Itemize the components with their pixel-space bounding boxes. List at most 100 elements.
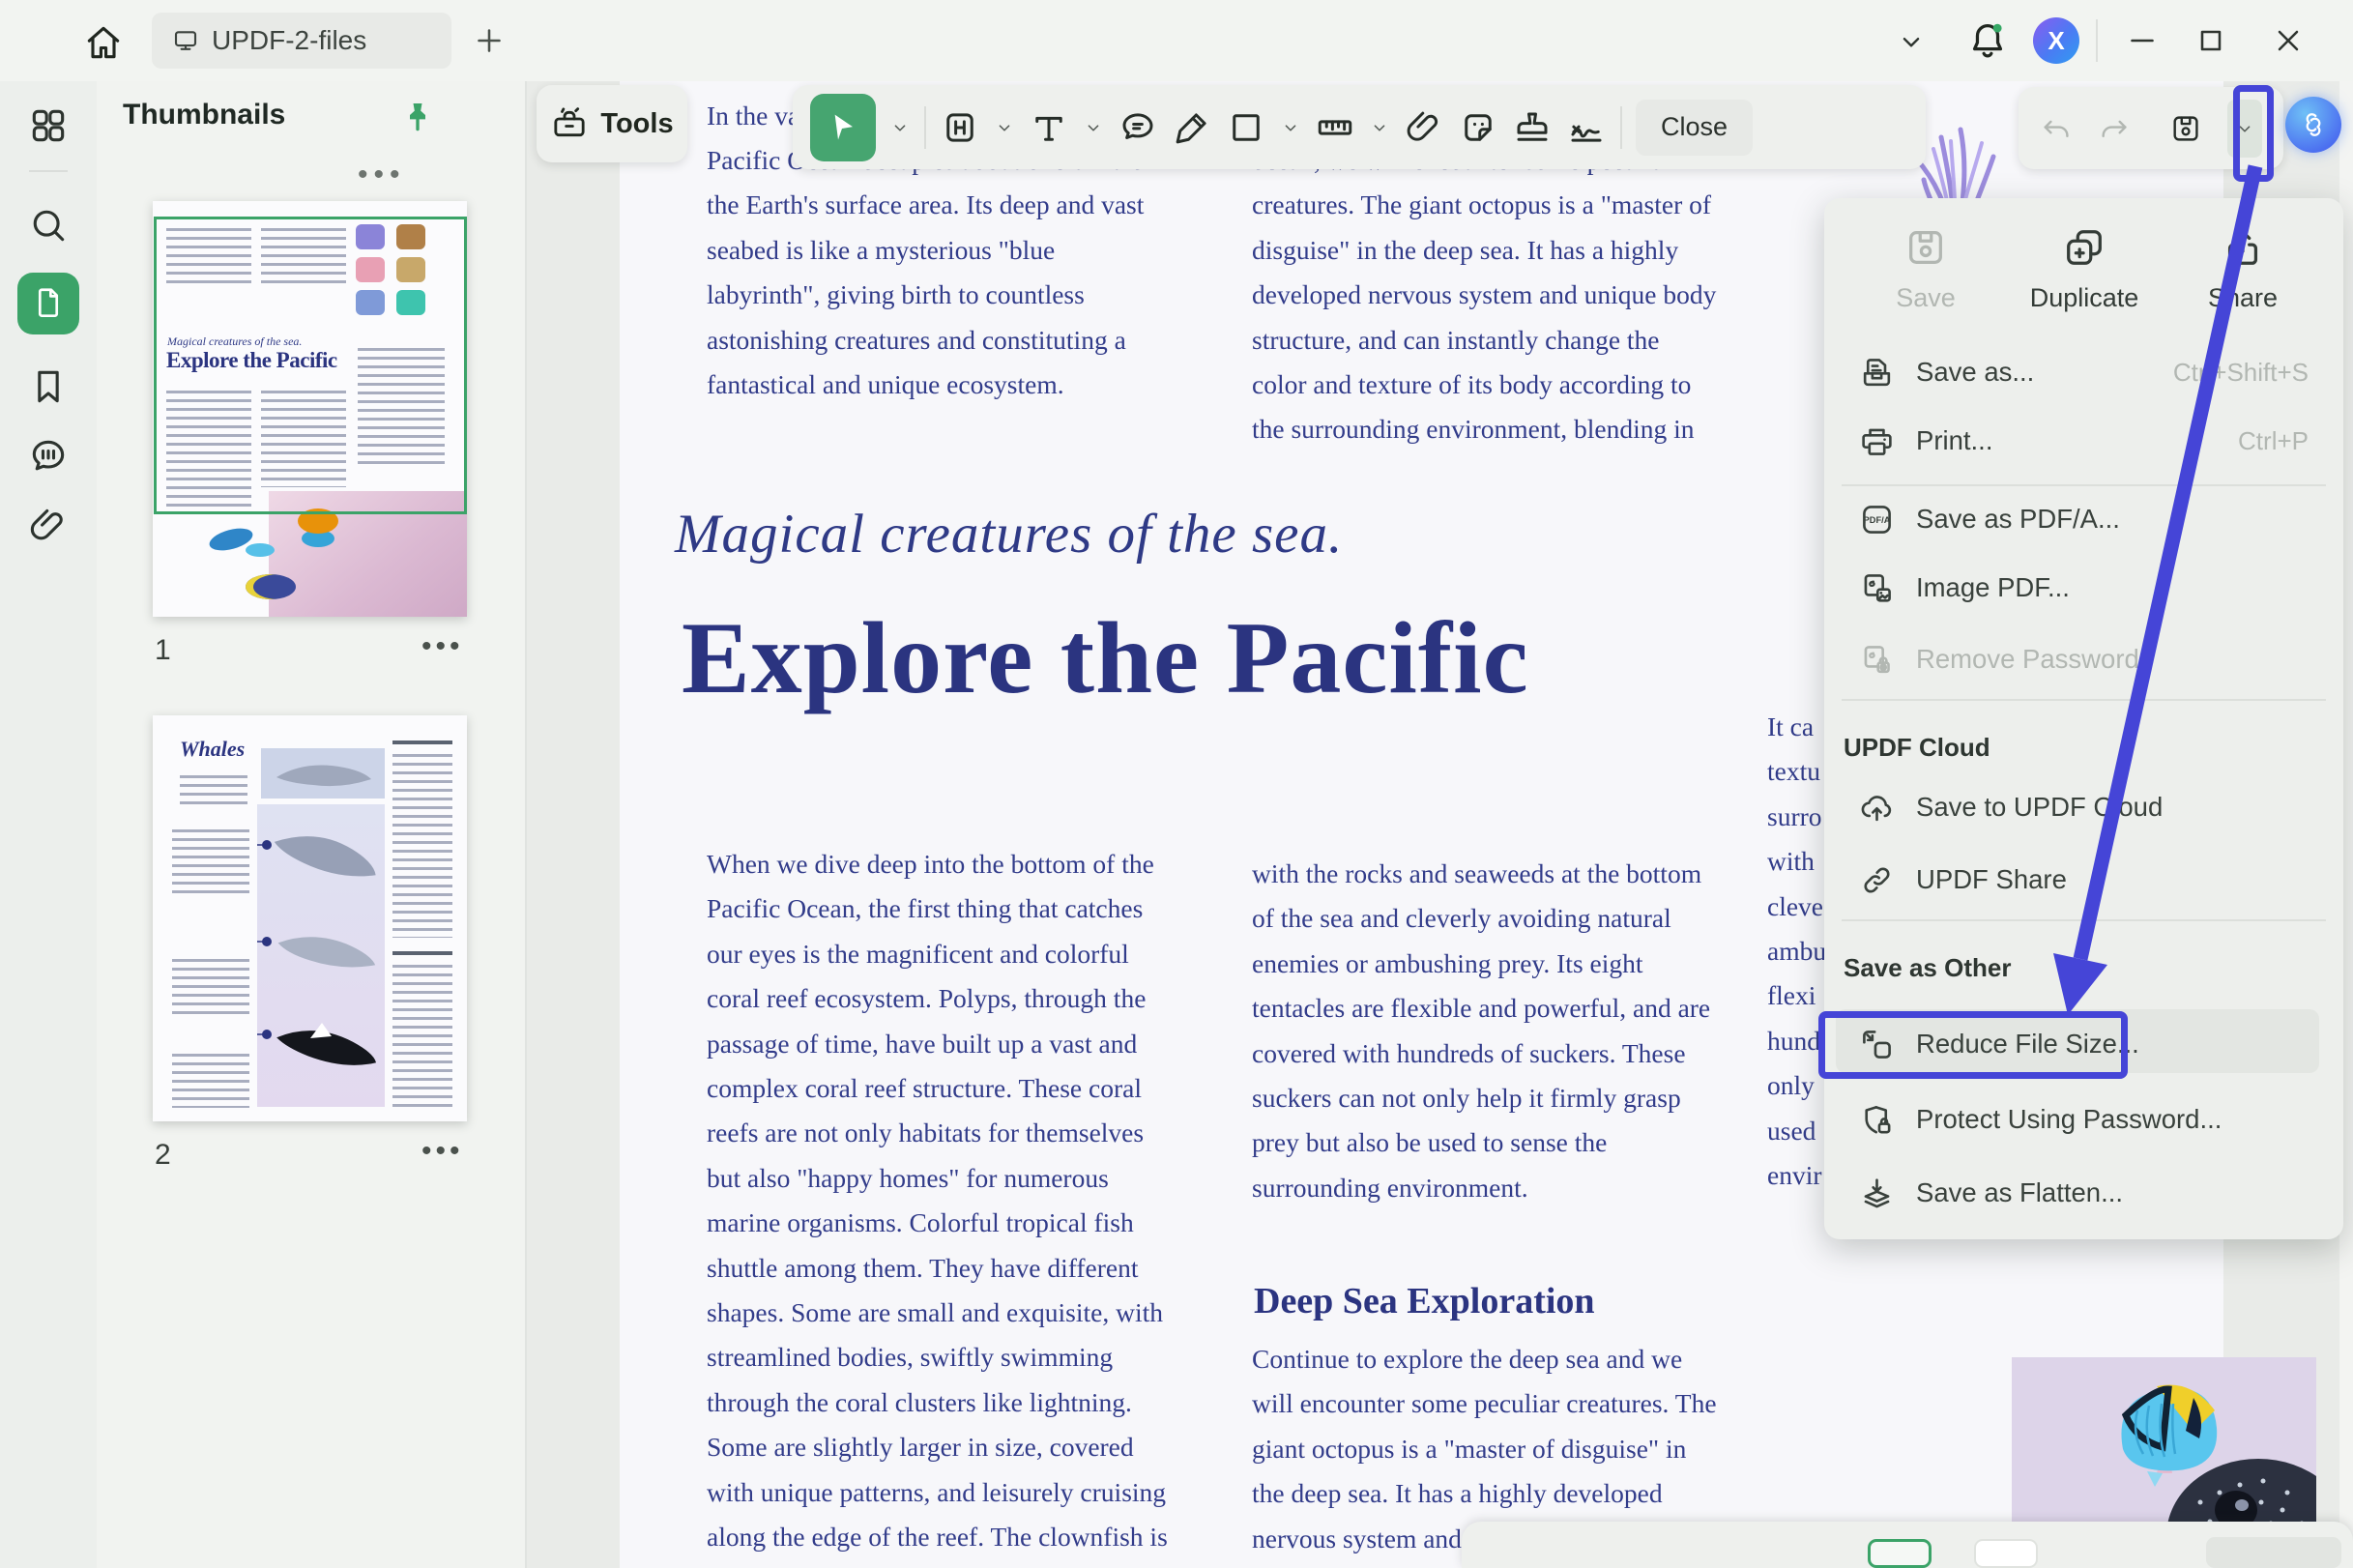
remove-password-icon xyxy=(1859,642,1895,678)
page-2-menu[interactable]: ••• xyxy=(421,1135,464,1168)
menu-item-label: Save to UPDF Cloud xyxy=(1916,792,2163,823)
menu-item-label: Save as... xyxy=(1916,357,2034,388)
menu-item-save-as-pdfa[interactable]: PDF/A Save as PDF/A... xyxy=(1842,489,2326,549)
doc-paragraph: ocean, we will encounter some peculiarcr… xyxy=(1252,138,1716,452)
rail-divider xyxy=(29,170,68,172)
printer-icon xyxy=(1859,423,1895,459)
doc-title: Explore the Pacific xyxy=(682,599,1529,717)
attach-tool-icon[interactable] xyxy=(1404,107,1444,148)
menu-item-updf-share[interactable]: UPDF Share xyxy=(1842,850,2326,910)
menu-item-label: Image PDF... xyxy=(1916,572,2070,603)
page-thumbnail-1[interactable]: Magical creatures of the sea. Explore th… xyxy=(153,201,467,617)
visible-area-frame xyxy=(154,217,467,514)
document-tab[interactable]: UPDF-2-files xyxy=(152,13,451,69)
other-section-header: Save as Other xyxy=(1844,953,2011,983)
maximize-icon[interactable] xyxy=(2193,23,2228,58)
menu-share-action[interactable]: Share xyxy=(2170,225,2315,313)
menu-item-save-to-cloud[interactable]: Save to UPDF Cloud xyxy=(1842,777,2326,837)
bottom-bar-white-button[interactable] xyxy=(1974,1539,2038,1568)
comments-icon[interactable] xyxy=(27,435,70,478)
tools-button[interactable]: Tools xyxy=(537,85,687,162)
bookmark-icon[interactable] xyxy=(27,365,70,408)
signature-tool-icon[interactable] xyxy=(1566,107,1607,148)
sticker-tool-icon[interactable] xyxy=(1458,107,1498,148)
toolbox-icon xyxy=(550,104,589,143)
shape-chevron-icon[interactable] xyxy=(1280,117,1301,138)
toolbar-divider xyxy=(1620,106,1622,149)
menu-item-label: Save as PDF/A... xyxy=(1916,504,2120,535)
page-icon xyxy=(30,285,67,322)
menu-item-protect-password[interactable]: Protect Using Password... xyxy=(1842,1089,2326,1149)
monitor-icon xyxy=(171,26,200,55)
svg-text:PDF/A: PDF/A xyxy=(1864,515,1891,525)
panel-drag-handle[interactable]: ••• xyxy=(358,159,406,191)
doc-paragraph: When we dive deep into the bottom of the… xyxy=(707,842,1168,1568)
menu-share-label: Share xyxy=(2208,283,2278,313)
text-tool-icon[interactable] xyxy=(1029,107,1069,148)
notifications-bell-icon[interactable] xyxy=(1965,17,2010,62)
close-window-icon[interactable] xyxy=(2271,23,2306,58)
user-avatar[interactable]: X xyxy=(2033,17,2079,64)
text-chevron-icon[interactable] xyxy=(1083,117,1104,138)
page-1-menu[interactable]: ••• xyxy=(421,630,464,663)
ai-assistant-button[interactable] xyxy=(2285,97,2341,153)
menu-divider xyxy=(1842,484,2326,486)
menu-item-image-pdf[interactable]: Image PDF... xyxy=(1842,558,2326,618)
flatten-icon xyxy=(1859,1176,1895,1211)
annotation-box-save-dropdown xyxy=(2233,85,2274,182)
redo-icon[interactable] xyxy=(2098,108,2131,149)
page-thumbnail-2[interactable]: Whales xyxy=(153,715,467,1121)
doc-line-fragment: In the va xyxy=(707,94,799,138)
sidebar-item-thumbnails-active[interactable] xyxy=(17,273,79,334)
bottom-bar-green-button[interactable] xyxy=(1868,1539,1932,1568)
pdfa-icon: PDF/A xyxy=(1859,502,1895,537)
pin-icon[interactable] xyxy=(398,97,437,139)
highlighter-tool-icon[interactable] xyxy=(1172,107,1212,148)
new-tab-icon[interactable] xyxy=(472,23,507,58)
heading-tool-icon[interactable] xyxy=(940,107,980,148)
menu-item-save-as-flatten[interactable]: Save as Flatten... xyxy=(1842,1163,2326,1223)
menu-item-save-as[interactable]: Save as... Ctrl+Shift+S xyxy=(1842,342,2326,402)
cloud-section-header: UPDF Cloud xyxy=(1844,733,1990,763)
titlebar-divider xyxy=(2096,19,2098,62)
menu-save-label: Save xyxy=(1896,283,1956,313)
menu-item-label: Remove Password xyxy=(1916,644,2139,675)
editing-toolbar: Close xyxy=(793,85,1926,169)
stamp-tool-icon[interactable] xyxy=(1512,107,1553,148)
save-dropdown-menu: Save Duplicate Share Save as... Ctrl+Shi… xyxy=(1824,198,2343,1239)
menu-item-label: UPDF Share xyxy=(1916,864,2067,895)
annotation-box-reduce-file-size xyxy=(1818,1011,2128,1079)
search-icon[interactable] xyxy=(27,204,70,247)
home-icon[interactable] xyxy=(82,21,125,64)
page-number-1: 1 xyxy=(155,634,171,667)
attachments-icon[interactable] xyxy=(27,505,70,547)
close-button[interactable]: Close xyxy=(1636,100,1753,156)
toolbar-divider xyxy=(924,106,926,149)
minimize-icon[interactable] xyxy=(2125,23,2160,58)
duplicate-icon xyxy=(2062,225,2106,270)
measure-chevron-icon[interactable] xyxy=(1369,117,1390,138)
tab-title: UPDF-2-files xyxy=(212,25,366,56)
select-tool-chevron-icon[interactable] xyxy=(889,117,911,138)
undo-icon[interactable] xyxy=(2040,108,2073,149)
updf-app-window: In the va Pacific Ocean occupies about o… xyxy=(0,0,2353,1568)
save-icon xyxy=(1903,225,1948,270)
thumb2-title: Whales xyxy=(180,737,245,762)
shortcut-label: Ctrl+Shift+S xyxy=(2173,358,2309,388)
menu-divider xyxy=(1842,699,2326,701)
panel-title: Thumbnails xyxy=(123,99,285,131)
collapse-toolbar-icon[interactable] xyxy=(1895,25,1928,58)
menu-item-print[interactable]: Print... Ctrl+P xyxy=(1842,411,2326,471)
menu-duplicate-action[interactable]: Duplicate xyxy=(2012,225,2157,313)
doc-paragraph-clipped: It catextusurrowithcleveambuflexihundonl… xyxy=(1767,705,1833,1198)
apps-grid-icon[interactable] xyxy=(27,104,70,147)
bottom-bar-gray-button[interactable] xyxy=(2206,1537,2341,1568)
measure-tool-icon[interactable] xyxy=(1315,107,1355,148)
comment-tool-icon[interactable] xyxy=(1118,107,1158,148)
save-icon[interactable] xyxy=(2169,108,2202,149)
heading-chevron-icon[interactable] xyxy=(994,117,1015,138)
page-number-2: 2 xyxy=(155,1139,171,1172)
select-tool-button[interactable] xyxy=(810,94,876,161)
shape-tool-icon[interactable] xyxy=(1226,107,1266,148)
doc-kicker: Magical creatures of the sea. xyxy=(675,503,1343,566)
